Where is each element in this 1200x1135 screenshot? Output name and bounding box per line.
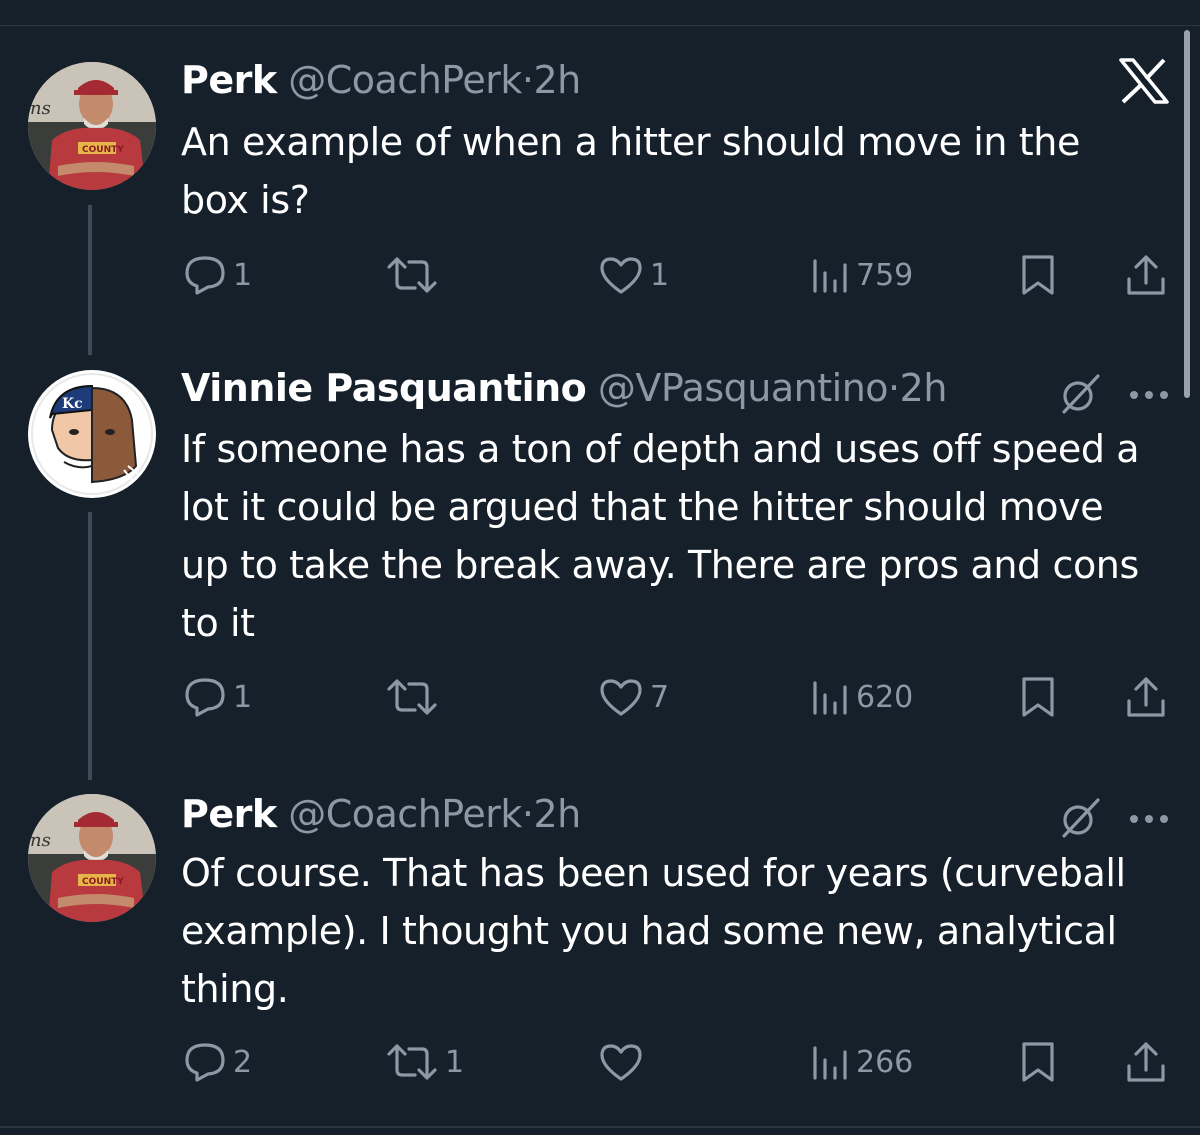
views-button[interactable]: 266	[810, 1037, 913, 1087]
like-button[interactable]: 7	[598, 672, 669, 722]
tweet-text: An example of when a hitter should move …	[181, 120, 1080, 222]
view-count: 620	[856, 679, 914, 715]
bookmark-icon	[1020, 675, 1056, 719]
reply-button[interactable]: 1	[183, 250, 252, 300]
action-bar: 2 1 266	[0, 1037, 1200, 1087]
svg-text:COUNTY: COUNTY	[82, 145, 124, 155]
display-name[interactable]: Perk	[181, 792, 277, 836]
action-bar: 1 7 620	[0, 672, 1200, 722]
bottom-divider	[0, 1126, 1200, 1128]
tweet-header: Vinnie Pasquantino @VPasquantino·2h	[181, 364, 947, 412]
separator: ·	[888, 366, 900, 410]
views-icon	[810, 255, 850, 295]
reply-icon	[183, 1042, 227, 1082]
svg-text:ns: ns	[30, 98, 51, 119]
timestamp[interactable]: 2h	[533, 792, 581, 836]
share-button[interactable]	[1124, 250, 1168, 300]
heart-icon	[598, 677, 644, 717]
tweet[interactable]: Kc Vinnie Pasquantino @VPasquantino·2h I…	[0, 340, 1200, 760]
reply-count: 1	[233, 257, 253, 293]
share-button[interactable]	[1124, 672, 1168, 722]
retweet-icon	[385, 677, 439, 717]
bookmark-button[interactable]	[1020, 672, 1056, 722]
tweet[interactable]: ns COUNTY Perk @CoachPerk·2h Of course. …	[0, 760, 1200, 1125]
like-count: 7	[650, 679, 670, 715]
retweet-button[interactable]	[385, 250, 445, 300]
reply-button[interactable]: 2	[183, 1037, 252, 1087]
separator: ·	[521, 792, 534, 836]
reply-count: 1	[233, 679, 253, 715]
like-button[interactable]: 1	[598, 250, 669, 300]
like-count: 1	[650, 257, 670, 293]
retweet-icon	[385, 255, 439, 295]
grok-icon[interactable]	[1058, 372, 1102, 420]
view-count: 759	[856, 257, 914, 293]
retweet-icon	[385, 1042, 439, 1082]
like-button[interactable]	[598, 1037, 650, 1087]
reply-count: 2	[233, 1044, 253, 1080]
reply-icon	[183, 255, 227, 295]
avatar[interactable]: ns COUNTY	[28, 794, 156, 922]
tweet-text: Of course. That has been used for years …	[181, 851, 1126, 1011]
avatar[interactable]: ns COUNTY	[28, 62, 156, 190]
retweet-button[interactable]: 1	[385, 1037, 464, 1087]
views-button[interactable]: 759	[810, 250, 913, 300]
bookmark-button[interactable]	[1020, 250, 1056, 300]
tweet-header: Perk @CoachPerk·2h	[181, 56, 581, 104]
handle[interactable]: @CoachPerk	[288, 58, 522, 102]
more-icon[interactable]	[1128, 810, 1170, 829]
bookmark-icon	[1020, 1040, 1056, 1084]
tweet-header: Perk @CoachPerk·2h	[181, 790, 581, 838]
svg-text:Kc: Kc	[62, 396, 83, 412]
share-button[interactable]	[1124, 1037, 1168, 1087]
view-count: 266	[856, 1044, 914, 1080]
heart-icon	[598, 1042, 644, 1082]
retweet-count: 1	[445, 1044, 465, 1080]
tweet[interactable]: ns COUNTY Perk @CoachPerk·2h An example …	[0, 0, 1200, 340]
tweet-text: If someone has a ton of depth and uses o…	[181, 427, 1140, 645]
views-icon	[810, 1042, 850, 1082]
svg-text:COUNTY: COUNTY	[82, 877, 124, 887]
timestamp[interactable]: 2h	[533, 58, 581, 102]
heart-icon	[598, 255, 644, 295]
retweet-button[interactable]	[385, 672, 445, 722]
separator: ·	[521, 58, 534, 102]
display-name[interactable]: Perk	[181, 58, 277, 102]
grok-icon[interactable]	[1058, 796, 1102, 844]
action-bar: 1 1 759	[0, 250, 1200, 300]
bookmark-icon	[1020, 253, 1056, 297]
reply-button[interactable]: 1	[183, 672, 252, 722]
handle[interactable]: @VPasquantino	[598, 366, 889, 410]
views-icon	[810, 677, 850, 717]
bookmark-button[interactable]	[1020, 1037, 1056, 1087]
avatar[interactable]: Kc	[28, 370, 156, 498]
reply-icon	[183, 677, 227, 717]
share-icon	[1124, 1040, 1168, 1084]
display-name[interactable]: Vinnie Pasquantino	[181, 366, 587, 410]
views-button[interactable]: 620	[810, 672, 913, 722]
timestamp[interactable]: 2h	[900, 366, 948, 410]
more-icon[interactable]	[1128, 386, 1170, 405]
share-icon	[1124, 675, 1168, 719]
share-icon	[1124, 253, 1168, 297]
handle[interactable]: @CoachPerk	[288, 792, 522, 836]
svg-text:ns: ns	[30, 830, 51, 851]
